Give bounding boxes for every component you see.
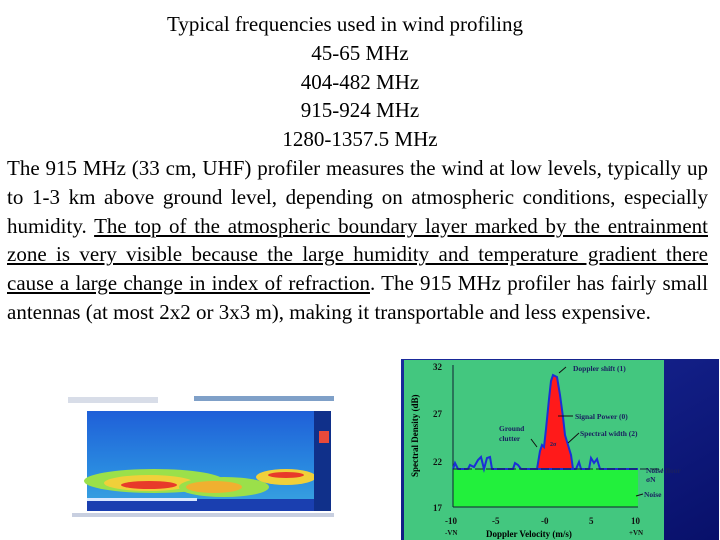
- x-tick: 5: [589, 516, 594, 526]
- y-tick: 32: [433, 362, 443, 372]
- frequency-list: Typical frequencies used in wind profili…: [0, 10, 720, 154]
- heading: Typical frequencies used in wind profili…: [166, 12, 523, 36]
- frequency-item: 45-65 MHz: [311, 40, 409, 65]
- x-axis-label: Doppler Velocity (m/s): [486, 529, 572, 539]
- y-tick: 22: [433, 457, 443, 467]
- y-tick: 27: [433, 409, 443, 419]
- x-tick: -0: [541, 516, 549, 526]
- annotation-ground-clutter: Ground: [499, 424, 525, 433]
- doppler-spectrum-figure: 32 27 22 17 -10 -5 -0 5 10 -VN +VN Doppl…: [401, 359, 719, 540]
- annotation-two-sigma: 2σ: [550, 442, 557, 448]
- body-paragraph: The 915 MHz (33 cm, UHF) profiler measur…: [7, 154, 708, 327]
- plot-background: [404, 360, 664, 540]
- annotation-doppler-shift: Doppler shift (1): [573, 364, 626, 373]
- x-tick: 10: [631, 516, 641, 526]
- frequency-item: 915-924 MHz: [300, 98, 420, 123]
- annotation-noise-floor: Noise floor: [646, 466, 681, 475]
- x-sub-left: -VN: [445, 529, 457, 537]
- annotation-ground-clutter: clutter: [499, 434, 521, 443]
- y-axis-label: Spectral Density (dB): [410, 395, 420, 478]
- noise-area: [453, 469, 638, 507]
- annotation-sigma-n: σN: [646, 475, 656, 484]
- x-tick: -10: [445, 516, 457, 526]
- y-tick: 17: [433, 503, 443, 513]
- annotation-spectral-width: Spectral width (2): [580, 429, 638, 438]
- frequency-item: 404-482 MHz: [300, 69, 420, 94]
- profiler-time-height-image: [64, 395, 334, 525]
- x-tick: -5: [492, 516, 500, 526]
- annotation-noise: Noise: [644, 490, 662, 499]
- frequency-item: 1280-1357.5 MHz: [282, 127, 438, 152]
- annotation-signal-power: Signal Power (0): [575, 412, 628, 421]
- x-sub-right: +VN: [629, 529, 643, 537]
